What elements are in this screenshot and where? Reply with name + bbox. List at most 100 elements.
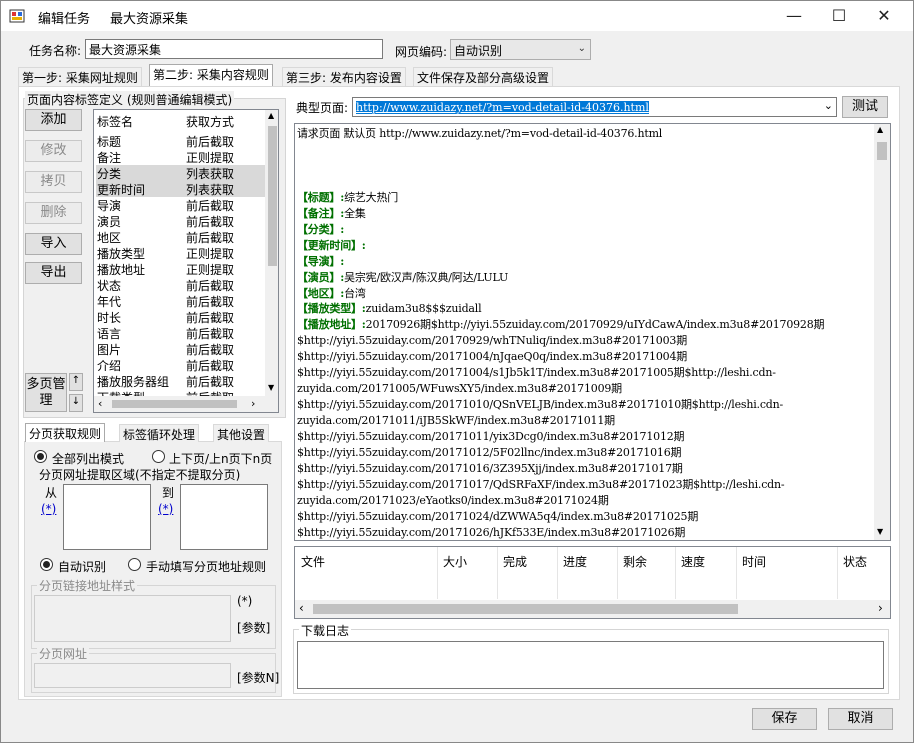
column-header[interactable]: 速度: [681, 553, 705, 570]
content-line-value: $http://yiyi.55zuiday.com/20171017/QdSRF…: [297, 477, 785, 491]
tag-list[interactable]: 标签名 获取方式 标题 前后截取 备注 正则提取 分类 列表获取 更新时间 列表获取 导演 前后截…: [93, 109, 279, 413]
to-textarea[interactable]: [180, 484, 268, 550]
tag-row-name: 导演: [97, 199, 122, 213]
multipage-button[interactable]: 多页管理: [25, 373, 67, 412]
scroll-right-icon[interactable]: ›: [251, 397, 255, 410]
from-label: 从: [45, 486, 58, 500]
tag-row[interactable]: 播放地址 正则提取: [96, 261, 266, 277]
radio-updown[interactable]: [152, 450, 165, 463]
tag-row-name: 更新时间: [97, 183, 146, 197]
cancel-button[interactable]: 取消: [828, 708, 893, 730]
tab-step2[interactable]: 第二步: 采集内容规则: [149, 64, 273, 86]
subtab-other[interactable]: 其他设置: [213, 424, 270, 442]
move-down-button[interactable]: ↓: [69, 394, 83, 412]
content-line: $http://yiyi.55zuiday.com/20171026/hJKf5…: [297, 524, 685, 540]
tag-row[interactable]: 备注 正则提取: [96, 149, 266, 165]
tag-row-name: 图片: [97, 343, 122, 357]
delete-button[interactable]: 删除: [25, 202, 82, 224]
import-button[interactable]: 导入: [25, 233, 82, 255]
tag-row[interactable]: 状态 前后截取: [96, 277, 266, 293]
column-header[interactable]: 状态: [843, 553, 867, 570]
tag-row[interactable]: 更新时间 列表获取: [96, 181, 266, 197]
tag-row-name: 地区: [97, 231, 122, 245]
tag-row[interactable]: 时长 前后截取: [96, 309, 266, 325]
tag-row[interactable]: 标题 前后截取: [96, 133, 266, 149]
save-button[interactable]: 保存: [752, 708, 817, 730]
typical-url-combo[interactable]: http://www.zuidazy.net/?m=vod-detail-id-…: [352, 97, 837, 117]
link-style-textarea[interactable]: [34, 595, 231, 642]
tag-list-vscroll-thumb[interactable]: [268, 126, 277, 266]
tag-row[interactable]: 分类 列表获取: [96, 165, 266, 181]
move-up-button[interactable]: ↑: [69, 373, 83, 391]
radio-auto[interactable]: [40, 558, 53, 571]
radio-all-list[interactable]: [34, 450, 47, 463]
content-line: 请求页面 默认页 http://www.zuidazy.net/?m=vod-d…: [297, 125, 662, 141]
download-hscroll-thumb[interactable]: [313, 604, 738, 614]
tag-row-method: 前后截取: [186, 311, 235, 325]
maximize-button[interactable]: ☐: [816, 1, 862, 31]
tab-step3[interactable]: 第三步: 发布内容设置: [282, 67, 406, 86]
scroll-left-icon[interactable]: ‹: [98, 397, 102, 410]
column-header[interactable]: 时间: [742, 553, 766, 570]
page-url-title: 分页网址: [37, 645, 90, 662]
column-header[interactable]: 进度: [563, 553, 587, 570]
tag-row[interactable]: 地区 前后截取: [96, 229, 266, 245]
edit-button[interactable]: 修改: [25, 140, 82, 162]
encoding-select[interactable]: 自动识别 ⌄: [450, 39, 591, 60]
download-table[interactable]: 文件 大小 完成 进度 剩余 速度 时间 状态 ‹ ›: [294, 546, 891, 619]
param-n-label: [参数N]: [237, 671, 280, 685]
tag-list-vscroll[interactable]: ▲ ▼: [265, 110, 278, 396]
test-button[interactable]: 测试: [842, 96, 888, 118]
to-star-link[interactable]: (*): [158, 502, 173, 516]
tag-row[interactable]: 介绍 前后截取: [96, 357, 266, 373]
tag-row[interactable]: 演员 前后截取: [96, 213, 266, 229]
scroll-down-icon[interactable]: ▼: [877, 527, 883, 536]
tag-group-title: 页面内容标签定义 (规则普通编辑模式): [25, 91, 235, 108]
tag-list-hscroll[interactable]: ‹ ›: [94, 396, 278, 412]
content-line: 【播放地址】:20170926期$http://yiyi.55zuiday.co…: [297, 316, 825, 332]
from-textarea[interactable]: [63, 484, 151, 550]
radio-manual-label: 手动填写分页地址规则: [146, 560, 267, 574]
copy-button[interactable]: 拷贝: [25, 171, 82, 193]
scroll-right-icon[interactable]: ›: [878, 601, 883, 615]
task-name-input[interactable]: 最大资源采集: [85, 39, 383, 59]
tag-row[interactable]: 播放服务器组 前后截取: [96, 373, 266, 389]
tag-row[interactable]: 图片 前后截取: [96, 341, 266, 357]
tab-step1[interactable]: 第一步: 采集网址规则: [18, 67, 142, 86]
column-header[interactable]: 剩余: [623, 553, 647, 570]
content-vscroll-thumb[interactable]: [877, 142, 887, 160]
content-preview[interactable]: 请求页面 默认页 http://www.zuidazy.net/?m=vod-d…: [294, 123, 891, 541]
tag-row[interactable]: 导演 前后截取: [96, 197, 266, 213]
content-line: 【更新时间】:: [297, 237, 366, 253]
region-title: 分页网址提取区域(不指定不提取分页): [39, 468, 241, 482]
content-vscroll[interactable]: ▲ ▼: [874, 124, 890, 540]
scroll-up-icon[interactable]: ▲: [268, 111, 274, 120]
add-button[interactable]: 添加: [25, 109, 82, 131]
radio-updown-label: 上下页/上n页下n页: [169, 452, 273, 466]
tab-advanced[interactable]: 文件保存及部分高级设置: [413, 67, 554, 86]
scroll-up-icon[interactable]: ▲: [877, 125, 883, 134]
tag-row[interactable]: 语言 前后截取: [96, 325, 266, 341]
tag-row[interactable]: 播放类型 正则提取: [96, 245, 266, 261]
tag-row[interactable]: 年代 前后截取: [96, 293, 266, 309]
download-hscroll[interactable]: ‹ ›: [295, 600, 890, 618]
tag-row-method: 正则提取: [186, 263, 235, 277]
scroll-down-icon[interactable]: ▼: [268, 383, 274, 392]
tag-list-hscroll-thumb[interactable]: [112, 400, 237, 408]
chevron-down-icon[interactable]: ⌄: [824, 99, 833, 112]
radio-manual[interactable]: [128, 558, 141, 571]
scroll-left-icon[interactable]: ‹: [299, 601, 304, 615]
export-button[interactable]: 导出: [25, 262, 82, 284]
subtab-paging[interactable]: 分页获取规则: [25, 423, 106, 442]
log-textarea[interactable]: [297, 641, 884, 689]
column-header[interactable]: 完成: [503, 553, 527, 570]
close-button[interactable]: ✕: [861, 1, 907, 31]
from-star-link[interactable]: (*): [41, 502, 56, 516]
column-header[interactable]: 大小: [443, 553, 467, 570]
page-url-input[interactable]: [34, 663, 231, 688]
tag-row-method: 正则提取: [186, 151, 235, 165]
column-divider: [557, 547, 558, 599]
column-header[interactable]: 文件: [301, 553, 325, 570]
minimize-button[interactable]: —: [771, 1, 817, 31]
subtab-loop[interactable]: 标签循环处理: [119, 424, 200, 442]
